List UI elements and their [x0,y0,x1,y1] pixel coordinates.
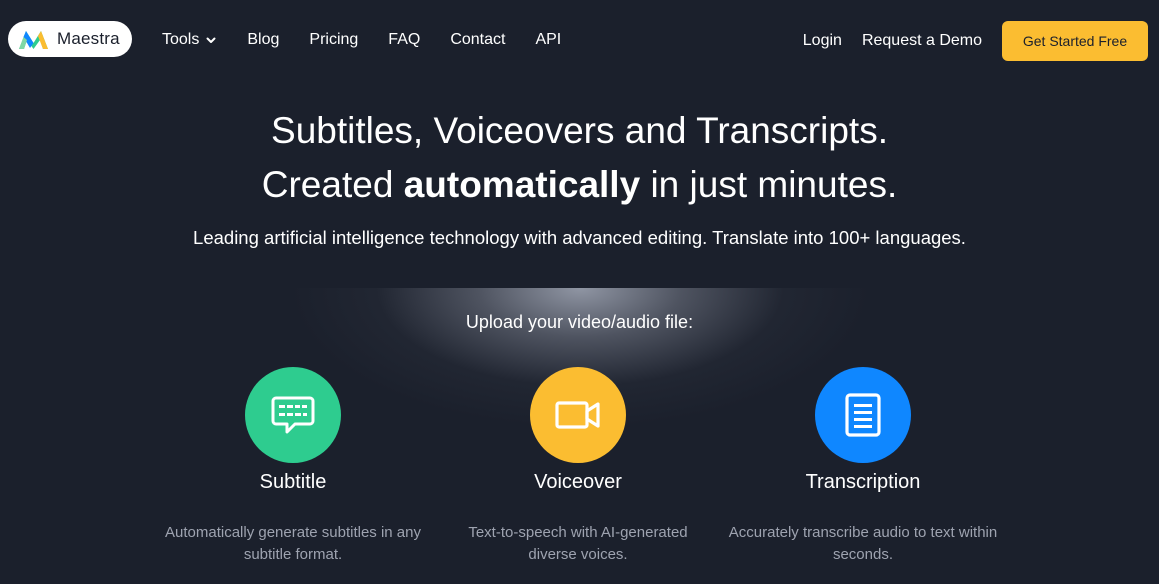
nav-api-link[interactable]: API [535,28,561,52]
nav-contact-link[interactable]: Contact [450,28,505,52]
request-demo-link[interactable]: Request a Demo [862,29,982,53]
transcription-label: Transcription [805,471,921,493]
top-navbar: Maestra Tools Blog Pricing FAQ Contact A… [0,0,1159,80]
nav-actions: Login Request a Demo Get Started Free [803,21,1148,61]
subtitle-circle[interactable] [245,367,341,463]
hero-title-suffix: in just minutes. [640,164,898,205]
upload-title: Upload your video/audio file: [465,312,694,332]
voiceover-label: Voiceover [534,471,622,493]
hero-title-line1: Subtitles, Voiceovers and Transcripts. [271,110,888,151]
voiceover-description: Text-to-speech with AI-generated diverse… [468,524,688,563]
transcription-option[interactable]: Transcription Accurately transcribe audi… [718,367,1008,566]
hero-title-emphasis: automatically [403,164,641,205]
transcription-description: Accurately transcribe audio to text with… [728,524,998,563]
brand-logo[interactable]: Maestra [8,21,132,57]
subtitle-description: Automatically generate subtitles in any … [165,524,421,563]
get-started-button[interactable]: Get Started Free [1002,21,1148,61]
hero-title: Subtitles, Voiceovers and Transcripts. C… [0,104,1159,212]
transcription-circle[interactable] [815,367,911,463]
hero-subtitle: Leading artificial intelligence technolo… [193,227,966,248]
subtitle-label: Subtitle [259,471,327,493]
hero-title-line2: Created automatically in just minutes. [0,158,1159,212]
brand-name: Maestra [57,29,120,48]
video-camera-icon [555,401,600,429]
nav-blog-link[interactable]: Blog [247,28,279,52]
nav-tools-label: Tools [162,31,200,48]
nav-faq-link[interactable]: FAQ [388,28,420,52]
nav-pricing-link[interactable]: Pricing [309,28,358,52]
main-nav: Tools Blog Pricing FAQ Contact API [162,28,561,52]
document-icon [845,393,881,437]
chevron-down-icon [206,37,216,43]
maestra-logo-icon [19,31,48,49]
nav-tools-dropdown[interactable]: Tools [162,28,217,52]
subtitle-icon [271,396,315,434]
login-link[interactable]: Login [803,29,842,53]
voiceover-option[interactable]: Voiceover Text-to-speech with AI-generat… [433,367,723,566]
voiceover-circle[interactable] [530,367,626,463]
hero-title-prefix: Created [261,164,404,205]
subtitle-option[interactable]: Subtitle Automatically generate subtitle… [148,367,438,566]
